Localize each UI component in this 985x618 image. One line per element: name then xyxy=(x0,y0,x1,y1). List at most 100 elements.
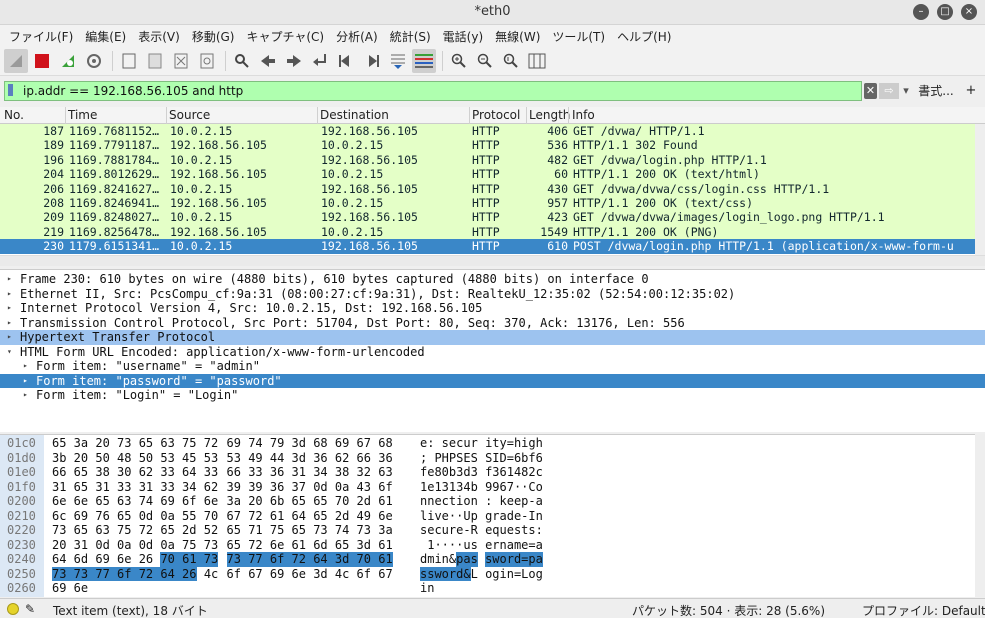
packet-cell-proto: HTTP xyxy=(472,138,500,153)
bytes-row[interactable]: 0220 73 65 63 75 72 65 2d 52 65 71 75 65 7… xyxy=(0,523,975,538)
menu-item[interactable]: ヘルプ(H) xyxy=(611,28,677,45)
colorize-icon[interactable] xyxy=(412,49,436,73)
packet-list-scrollbar[interactable] xyxy=(975,124,985,255)
find-packet-icon[interactable] xyxy=(230,49,254,73)
display-filter-bar: ip.addr == 192.168.56.105 and http ✕ ⇨ ▾… xyxy=(0,80,985,102)
collapsed-arrow-icon[interactable]: ▸ xyxy=(23,374,28,389)
minimize-icon[interactable]: – xyxy=(913,4,929,20)
menu-item[interactable]: ファイル(F) xyxy=(3,28,79,45)
packet-list-hscrollbar[interactable] xyxy=(0,255,985,266)
last-packet-icon[interactable] xyxy=(360,49,384,73)
bytes-row[interactable]: 01c0 65 3a 20 73 65 63 75 72 69 74 79 3d 6… xyxy=(0,436,975,451)
expression-button[interactable]: 書式... xyxy=(916,83,956,99)
menu-item[interactable]: 移動(G) xyxy=(186,28,241,45)
bytes-row[interactable]: 01e0 66 65 38 30 62 33 64 33 66 33 36 31 3… xyxy=(0,465,975,480)
bytes-row[interactable]: 01d0 3b 20 50 48 50 53 45 53 53 49 44 3d 3… xyxy=(0,451,975,466)
collapsed-arrow-icon[interactable]: ▸ xyxy=(7,272,12,287)
packet-row[interactable]: 230 1179.6151341… 10.0.2.15 192.168.56.105 H… xyxy=(0,239,975,254)
save-file-icon[interactable] xyxy=(143,49,167,73)
first-packet-icon[interactable] xyxy=(334,49,358,73)
edit-comment-icon[interactable]: ✎ xyxy=(25,602,35,616)
bytes-row[interactable]: 0230 20 31 0d 0a 0d 0a 75 73 65 72 6e 61 6… xyxy=(0,538,975,553)
column-header-info[interactable]: Info xyxy=(572,108,595,122)
reload-file-icon[interactable] xyxy=(195,49,219,73)
maximize-icon[interactable]: □ xyxy=(937,4,953,20)
menu-item[interactable]: 電話(y) xyxy=(437,28,489,45)
packet-row[interactable]: 208 1169.8246941… 192.168.56.105 10.0.2.15 H… xyxy=(0,196,975,211)
packet-cell-proto: HTTP xyxy=(472,124,500,138)
detail-tree-item[interactable]: ▾ HTML Form URL Encoded: application/x-ww… xyxy=(0,345,985,360)
bytes-row[interactable]: 0260 69 6e in xyxy=(0,581,975,596)
detail-tree-item[interactable]: ▸ Internet Protocol Version 4, Src: 10.0.… xyxy=(0,301,985,316)
menu-item[interactable]: 表示(V) xyxy=(132,28,186,45)
column-header-time[interactable]: Time xyxy=(68,108,97,122)
detail-tree-item[interactable]: ▸ Form item: "Login" = "Login" xyxy=(0,388,985,403)
close-icon[interactable]: × xyxy=(961,4,977,20)
autoscroll-icon[interactable] xyxy=(386,49,410,73)
go-to-packet-icon[interactable] xyxy=(308,49,332,73)
expert-info-icon[interactable] xyxy=(7,603,19,615)
packet-cell-proto: HTTP xyxy=(472,167,500,182)
open-file-icon[interactable] xyxy=(117,49,141,73)
collapsed-arrow-icon[interactable]: ▸ xyxy=(7,287,12,302)
column-header-length[interactable]: Length xyxy=(529,108,570,122)
menu-item[interactable]: 編集(E) xyxy=(79,28,132,45)
packet-row[interactable]: 209 1169.8248027… 10.0.2.15 192.168.56.105 H… xyxy=(0,210,975,225)
packet-cell-len: 423 xyxy=(547,210,568,225)
column-header-no[interactable]: No. xyxy=(4,108,24,122)
filter-history-icon[interactable]: ▾ xyxy=(900,83,912,99)
bytes-row[interactable]: 0240 64 6d 69 6e 26 70 61 73 73 77 6f 72 6… xyxy=(0,552,975,567)
restart-capture-icon[interactable] xyxy=(56,49,80,73)
detail-tree-item[interactable]: ▸ Ethernet II, Src: PcsCompu_cf:9a:31 (08… xyxy=(0,287,985,302)
column-header-destination[interactable]: Destination xyxy=(320,108,389,122)
packet-row[interactable]: 189 1169.7791187… 192.168.56.105 10.0.2.15 H… xyxy=(0,138,975,153)
menu-item[interactable]: 分析(A) xyxy=(330,28,384,45)
collapsed-arrow-icon[interactable]: ▸ xyxy=(7,316,12,331)
detail-tree-item[interactable]: ▸ Form item: "password" = "password" xyxy=(0,373,985,389)
detail-tree-item[interactable]: ▸ Transmission Control Protocol, Src Port… xyxy=(0,316,985,331)
packet-row[interactable]: 196 1169.7881784… 10.0.2.15 192.168.56.105 H… xyxy=(0,152,975,168)
zoom-out-icon[interactable] xyxy=(473,49,497,73)
status-profile[interactable]: プロファイル: Default xyxy=(862,602,985,618)
column-header-protocol[interactable]: Protocol xyxy=(472,108,520,122)
bookmark-icon[interactable] xyxy=(8,84,13,96)
collapsed-arrow-icon[interactable]: ▸ xyxy=(7,301,12,316)
packet-row[interactable]: 204 1169.8012629… 192.168.56.105 10.0.2.15 H… xyxy=(0,167,975,182)
packet-cell-time: 1169.8012629… xyxy=(69,167,160,182)
packet-row[interactable]: 219 1169.8256478… 192.168.56.105 10.0.2.15 H… xyxy=(0,224,975,240)
packet-row[interactable]: 187 1169.7681152… 10.0.2.15 192.168.56.105 H… xyxy=(0,124,975,139)
go-forward-icon[interactable] xyxy=(282,49,306,73)
menu-item[interactable]: 無線(W) xyxy=(489,28,546,45)
zoom-in-icon[interactable] xyxy=(447,49,471,73)
detail-tree-label: Hypertext Transfer Protocol xyxy=(20,330,216,344)
stop-capture-icon[interactable] xyxy=(30,49,54,73)
menu-item[interactable]: キャプチャ(C) xyxy=(240,28,330,45)
packet-row[interactable]: 206 1169.8241627… 10.0.2.15 192.168.56.105 H… xyxy=(0,181,975,196)
collapsed-arrow-icon[interactable]: ▸ xyxy=(7,330,12,345)
collapsed-arrow-icon[interactable]: ▸ xyxy=(23,359,28,374)
expanded-arrow-icon[interactable]: ▾ xyxy=(7,345,12,360)
apply-filter-icon[interactable]: ⇨ xyxy=(879,83,899,99)
collapsed-arrow-icon[interactable]: ▸ xyxy=(23,388,28,403)
menu-item[interactable]: 統計(S) xyxy=(384,28,437,45)
column-header-source[interactable]: Source xyxy=(169,108,210,122)
add-filter-button[interactable]: + xyxy=(964,83,978,99)
bytes-row[interactable]: 0210 6c 69 76 65 0d 0a 55 70 67 72 61 64 6… xyxy=(0,509,975,524)
bytes-row[interactable]: 0250 73 73 77 6f 72 64 26 4c 6f 67 69 6e 3… xyxy=(0,566,975,581)
bytes-scrollbar[interactable] xyxy=(975,434,985,597)
go-back-icon[interactable] xyxy=(256,49,280,73)
shark-fin-start-icon[interactable] xyxy=(4,49,28,73)
bytes-hex-group: 3a 20 6b 65 65 70 2d 61 xyxy=(226,494,393,508)
capture-options-icon[interactable] xyxy=(82,49,106,73)
bytes-row[interactable]: 0200 6e 6e 65 63 74 69 6f 6e 3a 20 6b 65 6… xyxy=(0,494,975,509)
display-filter-input[interactable]: ip.addr == 192.168.56.105 and http xyxy=(4,81,862,101)
clear-filter-icon[interactable]: ✕ xyxy=(864,83,877,99)
detail-tree-item[interactable]: ▸ Frame 230: 610 bytes on wire (4880 bits… xyxy=(0,272,985,287)
close-file-icon[interactable] xyxy=(169,49,193,73)
detail-tree-item[interactable]: ▸ Form item: "username" = "admin" xyxy=(0,359,985,374)
bytes-row[interactable]: 01f0 31 65 31 33 31 33 34 62 39 39 36 37 0… xyxy=(0,480,975,495)
detail-tree-item[interactable]: ▸ Hypertext Transfer Protocol xyxy=(0,330,985,345)
menu-item[interactable]: ツール(T) xyxy=(546,28,611,45)
zoom-reset-icon[interactable] xyxy=(499,49,523,73)
resize-columns-icon[interactable] xyxy=(525,49,549,73)
